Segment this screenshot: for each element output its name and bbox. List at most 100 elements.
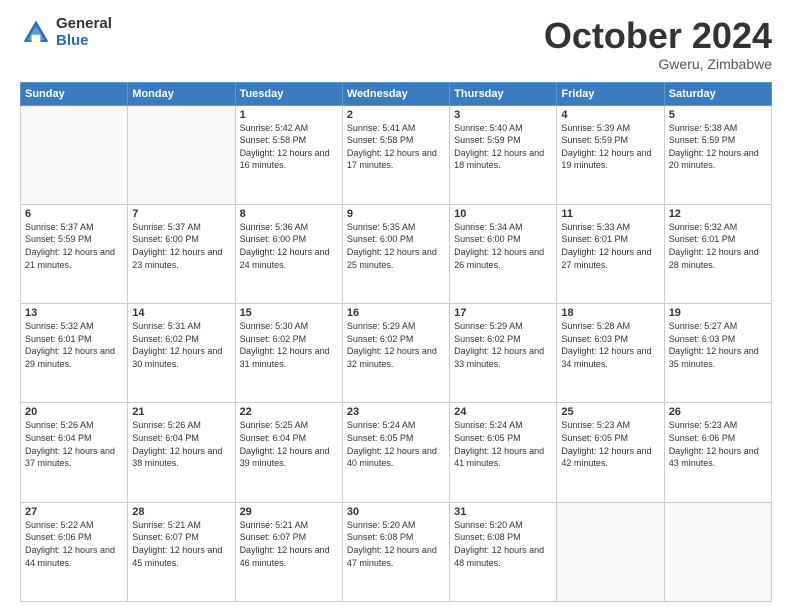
month-title: October 2024 [544,16,772,56]
day-info: Sunrise: 5:24 AMSunset: 6:05 PMDaylight:… [347,419,445,469]
calendar-cell: 31Sunrise: 5:20 AMSunset: 6:08 PMDayligh… [450,502,557,601]
calendar-cell [128,105,235,204]
day-number: 10 [454,208,552,220]
day-number: 4 [561,109,659,121]
calendar-cell: 5Sunrise: 5:38 AMSunset: 5:59 PMDaylight… [664,105,771,204]
day-info: Sunrise: 5:37 AMSunset: 6:00 PMDaylight:… [132,221,230,271]
day-number: 20 [25,406,123,418]
calendar-week-row: 27Sunrise: 5:22 AMSunset: 6:06 PMDayligh… [21,502,772,601]
day-info: Sunrise: 5:29 AMSunset: 6:02 PMDaylight:… [347,320,445,370]
calendar-cell: 29Sunrise: 5:21 AMSunset: 6:07 PMDayligh… [235,502,342,601]
calendar-cell: 8Sunrise: 5:36 AMSunset: 6:00 PMDaylight… [235,204,342,303]
day-info: Sunrise: 5:21 AMSunset: 6:07 PMDaylight:… [240,519,338,569]
day-info: Sunrise: 5:21 AMSunset: 6:07 PMDaylight:… [132,519,230,569]
day-number: 25 [561,406,659,418]
calendar-cell: 27Sunrise: 5:22 AMSunset: 6:06 PMDayligh… [21,502,128,601]
calendar-table: SundayMondayTuesdayWednesdayThursdayFrid… [20,82,772,602]
calendar-cell: 20Sunrise: 5:26 AMSunset: 6:04 PMDayligh… [21,403,128,502]
calendar-cell: 21Sunrise: 5:26 AMSunset: 6:04 PMDayligh… [128,403,235,502]
calendar-cell: 13Sunrise: 5:32 AMSunset: 6:01 PMDayligh… [21,304,128,403]
calendar-week-row: 1Sunrise: 5:42 AMSunset: 5:58 PMDaylight… [21,105,772,204]
day-info: Sunrise: 5:20 AMSunset: 6:08 PMDaylight:… [347,519,445,569]
calendar-cell: 25Sunrise: 5:23 AMSunset: 6:05 PMDayligh… [557,403,664,502]
day-number: 21 [132,406,230,418]
weekday-header: Friday [557,82,664,105]
day-number: 16 [347,307,445,319]
logo: General Blue [20,16,112,49]
day-info: Sunrise: 5:27 AMSunset: 6:03 PMDaylight:… [669,320,767,370]
calendar-cell: 17Sunrise: 5:29 AMSunset: 6:02 PMDayligh… [450,304,557,403]
day-number: 26 [669,406,767,418]
calendar-cell: 12Sunrise: 5:32 AMSunset: 6:01 PMDayligh… [664,204,771,303]
day-info: Sunrise: 5:26 AMSunset: 6:04 PMDaylight:… [132,419,230,469]
day-number: 12 [669,208,767,220]
calendar-cell: 7Sunrise: 5:37 AMSunset: 6:00 PMDaylight… [128,204,235,303]
day-number: 30 [347,506,445,518]
day-info: Sunrise: 5:38 AMSunset: 5:59 PMDaylight:… [669,122,767,172]
calendar-cell: 24Sunrise: 5:24 AMSunset: 6:05 PMDayligh… [450,403,557,502]
page: General Blue October 2024 Gweru, Zimbabw… [0,0,792,612]
logo-icon [20,17,52,49]
day-info: Sunrise: 5:22 AMSunset: 6:06 PMDaylight:… [25,519,123,569]
day-info: Sunrise: 5:37 AMSunset: 5:59 PMDaylight:… [25,221,123,271]
day-number: 14 [132,307,230,319]
day-info: Sunrise: 5:29 AMSunset: 6:02 PMDaylight:… [454,320,552,370]
calendar-cell: 4Sunrise: 5:39 AMSunset: 5:59 PMDaylight… [557,105,664,204]
calendar-cell: 15Sunrise: 5:30 AMSunset: 6:02 PMDayligh… [235,304,342,403]
day-info: Sunrise: 5:24 AMSunset: 6:05 PMDaylight:… [454,419,552,469]
day-info: Sunrise: 5:36 AMSunset: 6:00 PMDaylight:… [240,221,338,271]
day-number: 29 [240,506,338,518]
calendar-cell: 16Sunrise: 5:29 AMSunset: 6:02 PMDayligh… [342,304,449,403]
calendar-cell: 6Sunrise: 5:37 AMSunset: 5:59 PMDaylight… [21,204,128,303]
day-number: 18 [561,307,659,319]
weekday-header: Saturday [664,82,771,105]
calendar-cell: 3Sunrise: 5:40 AMSunset: 5:59 PMDaylight… [450,105,557,204]
day-info: Sunrise: 5:40 AMSunset: 5:59 PMDaylight:… [454,122,552,172]
calendar-cell: 10Sunrise: 5:34 AMSunset: 6:00 PMDayligh… [450,204,557,303]
day-info: Sunrise: 5:39 AMSunset: 5:59 PMDaylight:… [561,122,659,172]
day-number: 9 [347,208,445,220]
day-info: Sunrise: 5:23 AMSunset: 6:05 PMDaylight:… [561,419,659,469]
logo-blue-text: Blue [56,33,112,50]
day-number: 19 [669,307,767,319]
day-info: Sunrise: 5:25 AMSunset: 6:04 PMDaylight:… [240,419,338,469]
day-number: 22 [240,406,338,418]
day-info: Sunrise: 5:42 AMSunset: 5:58 PMDaylight:… [240,122,338,172]
day-number: 13 [25,307,123,319]
day-number: 3 [454,109,552,121]
logo-text: General Blue [56,16,112,49]
calendar-cell: 14Sunrise: 5:31 AMSunset: 6:02 PMDayligh… [128,304,235,403]
day-info: Sunrise: 5:31 AMSunset: 6:02 PMDaylight:… [132,320,230,370]
day-info: Sunrise: 5:32 AMSunset: 6:01 PMDaylight:… [669,221,767,271]
calendar-cell: 18Sunrise: 5:28 AMSunset: 6:03 PMDayligh… [557,304,664,403]
calendar-cell: 22Sunrise: 5:25 AMSunset: 6:04 PMDayligh… [235,403,342,502]
calendar-cell: 30Sunrise: 5:20 AMSunset: 6:08 PMDayligh… [342,502,449,601]
calendar-cell: 2Sunrise: 5:41 AMSunset: 5:58 PMDaylight… [342,105,449,204]
calendar-cell: 1Sunrise: 5:42 AMSunset: 5:58 PMDaylight… [235,105,342,204]
day-info: Sunrise: 5:30 AMSunset: 6:02 PMDaylight:… [240,320,338,370]
calendar-cell [557,502,664,601]
location: Gweru, Zimbabwe [544,56,772,72]
weekday-header: Sunday [21,82,128,105]
calendar-cell: 26Sunrise: 5:23 AMSunset: 6:06 PMDayligh… [664,403,771,502]
day-number: 15 [240,307,338,319]
header: General Blue October 2024 Gweru, Zimbabw… [20,16,772,72]
day-number: 31 [454,506,552,518]
day-number: 6 [25,208,123,220]
day-number: 11 [561,208,659,220]
day-number: 24 [454,406,552,418]
calendar-cell: 28Sunrise: 5:21 AMSunset: 6:07 PMDayligh… [128,502,235,601]
day-info: Sunrise: 5:20 AMSunset: 6:08 PMDaylight:… [454,519,552,569]
day-info: Sunrise: 5:35 AMSunset: 6:00 PMDaylight:… [347,221,445,271]
day-number: 27 [25,506,123,518]
calendar-week-row: 13Sunrise: 5:32 AMSunset: 6:01 PMDayligh… [21,304,772,403]
calendar-cell [664,502,771,601]
day-number: 17 [454,307,552,319]
calendar-cell: 19Sunrise: 5:27 AMSunset: 6:03 PMDayligh… [664,304,771,403]
calendar-cell: 9Sunrise: 5:35 AMSunset: 6:00 PMDaylight… [342,204,449,303]
weekday-header-row: SundayMondayTuesdayWednesdayThursdayFrid… [21,82,772,105]
day-info: Sunrise: 5:26 AMSunset: 6:04 PMDaylight:… [25,419,123,469]
calendar-week-row: 6Sunrise: 5:37 AMSunset: 5:59 PMDaylight… [21,204,772,303]
weekday-header: Wednesday [342,82,449,105]
weekday-header: Thursday [450,82,557,105]
